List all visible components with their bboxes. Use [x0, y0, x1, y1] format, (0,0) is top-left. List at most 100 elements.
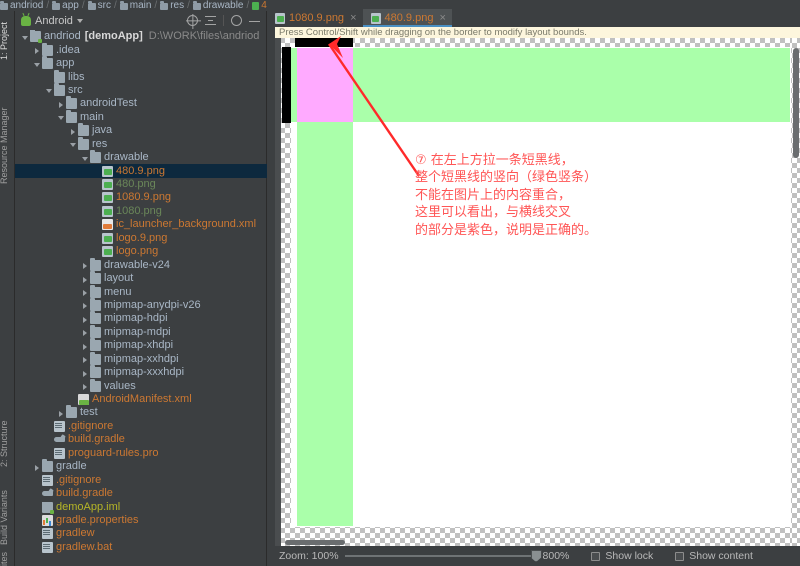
close-icon[interactable]: ×	[350, 12, 356, 24]
sidebar-item-label: 1: Project	[0, 21, 9, 61]
tree-row[interactable]: values	[15, 378, 267, 393]
chevron-down-icon[interactable]	[81, 151, 90, 164]
collapse-all-icon[interactable]	[205, 15, 216, 26]
tree-row[interactable]: 1080.png	[15, 205, 267, 218]
tree-row-label: src	[68, 83, 83, 96]
tree-row[interactable]: build.gradle	[15, 433, 267, 446]
left-patch-marker[interactable]	[282, 47, 291, 123]
tree-row[interactable]: test	[15, 405, 267, 419]
tree-row[interactable]: .gitignore	[15, 420, 267, 433]
chevron-right-icon[interactable]	[81, 380, 90, 393]
slider-knob[interactable]	[530, 550, 542, 562]
folder-icon	[52, 0, 61, 10]
tree-row[interactable]: java	[15, 123, 267, 137]
tree-row[interactable]: app	[15, 56, 267, 70]
chevron-right-icon[interactable]	[81, 299, 90, 312]
tree-row[interactable]: mipmap-xxxhdpi	[15, 365, 267, 379]
chevron-right-icon[interactable]	[33, 460, 42, 473]
chevron-right-icon[interactable]	[57, 97, 66, 110]
tree-row[interactable]: src	[15, 82, 267, 97]
tree-row[interactable]: 480.png	[15, 178, 267, 191]
tree-row[interactable]: drawable-v24	[15, 257, 267, 272]
chevron-right-icon[interactable]	[81, 326, 90, 339]
tree-row[interactable]: .gitignore	[15, 473, 267, 486]
tree-row[interactable]: logo.png	[15, 245, 267, 258]
tree-row[interactable]: gradle	[15, 459, 267, 473]
tree-row[interactable]: demoApp.iml	[15, 500, 267, 514]
tree-row[interactable]: mipmap-xhdpi	[15, 338, 267, 352]
chevron-right-icon[interactable]	[81, 366, 90, 379]
sidebar-item-favorites[interactable]: Favorites	[0, 552, 14, 566]
tree-row[interactable]: androidTest	[15, 96, 267, 110]
project-tree[interactable]: andriod [demoApp] D:\WORK\files\andriod .id…	[15, 30, 267, 566]
breadcrumb-item[interactable]: drawable	[192, 0, 243, 11]
tree-row[interactable]: main	[15, 109, 267, 124]
tree-row[interactable]: AndroidManifest.xml	[15, 393, 267, 406]
tree-row[interactable]: mipmap-mdpi	[15, 324, 267, 339]
chevron-right-icon[interactable]	[33, 44, 42, 57]
nine-patch-canvas[interactable]	[275, 38, 800, 546]
tree-row[interactable]: drawable	[15, 150, 267, 164]
chevron-down-icon[interactable]	[33, 57, 42, 70]
minimize-icon[interactable]	[249, 15, 260, 26]
tree-row[interactable]: mipmap-hdpi	[15, 311, 267, 325]
tree-row[interactable]: 480.9.png	[15, 164, 267, 178]
chevron-right-icon[interactable]	[57, 406, 66, 419]
tree-row[interactable]: gradle.properties	[15, 514, 267, 527]
tree-row-label: androidTest	[80, 97, 137, 110]
chevron-right-icon[interactable]	[81, 272, 90, 285]
chevron-down-icon[interactable]	[21, 30, 30, 43]
show-content-checkbox[interactable]: Show content	[675, 550, 753, 562]
breadcrumb-item[interactable]: main	[119, 0, 151, 11]
tree-row[interactable]: libs	[15, 69, 267, 84]
tree-row-label: test	[80, 406, 98, 419]
vertical-scrollbar[interactable]	[793, 48, 799, 158]
tree-row[interactable]: proguard-rules.pro	[15, 447, 267, 460]
sidebar-item-resource-manager[interactable]: Resource Manager	[0, 97, 14, 195]
tree-row[interactable]: 1080.9.png	[15, 191, 267, 204]
breadcrumb-item[interactable]: src	[87, 0, 111, 11]
target-icon[interactable]	[187, 15, 198, 26]
top-patch-marker[interactable]	[295, 38, 353, 47]
tree-row[interactable]: gradlew	[15, 527, 267, 540]
zoom-slider[interactable]	[344, 550, 542, 562]
checkbox-box[interactable]	[591, 551, 601, 561]
tree-row[interactable]: ic_launcher_background.xml	[15, 218, 267, 231]
gear-icon[interactable]	[231, 15, 242, 26]
tab-1080-9-png[interactable]: 1080.9.png ×	[267, 9, 363, 27]
sidebar-item-project[interactable]: 1: Project	[0, 13, 14, 69]
tree-row[interactable]: logo.9.png	[15, 232, 267, 245]
chevron-down-icon[interactable]	[76, 18, 83, 23]
show-lock-checkbox[interactable]: Show lock	[591, 550, 653, 562]
horizontal-scrollbar[interactable]	[285, 540, 345, 545]
breadcrumb-item[interactable]: andriod	[0, 0, 43, 11]
chevron-right-icon[interactable]	[81, 312, 90, 325]
tree-row[interactable]: gradlew.bat	[15, 541, 267, 554]
checkbox-box[interactable]	[675, 551, 685, 561]
tree-row[interactable]: mipmap-xxhdpi	[15, 351, 267, 366]
breadcrumb-item[interactable]: app	[52, 0, 79, 11]
chevron-down-icon[interactable]	[45, 84, 54, 97]
chevron-right-icon[interactable]	[81, 286, 90, 299]
sidebar-item-structure[interactable]: 2: Structure	[0, 411, 14, 477]
tree-no-arrow	[45, 71, 54, 84]
tree-row[interactable]: menu	[15, 284, 267, 299]
chevron-down-icon[interactable]	[57, 111, 66, 124]
project-view-selector-label[interactable]: Android	[35, 15, 73, 27]
tree-row[interactable]: mipmap-anydpi-v26	[15, 297, 267, 312]
tree-row-label: gradle.properties	[56, 513, 139, 526]
sidebar-item-build-variants[interactable]: Build Variants	[0, 481, 14, 555]
chevron-right-icon[interactable]	[81, 259, 90, 272]
tab-480-9-png[interactable]: 480.9.png ×	[362, 9, 453, 27]
chevron-right-icon[interactable]	[81, 353, 90, 366]
chevron-down-icon[interactable]	[69, 138, 78, 151]
chevron-right-icon[interactable]	[69, 124, 78, 137]
tree-row[interactable]: res	[15, 136, 267, 151]
tree-row[interactable]: andriod [demoApp] D:\WORK\files\andriod	[15, 30, 267, 44]
chevron-right-icon[interactable]	[81, 339, 90, 352]
close-icon[interactable]: ×	[439, 12, 445, 24]
tree-row[interactable]: .idea	[15, 42, 267, 57]
tree-row[interactable]: layout	[15, 271, 267, 285]
breadcrumb-item[interactable]: res	[160, 0, 184, 11]
tree-row[interactable]: build.gradle	[15, 487, 267, 500]
